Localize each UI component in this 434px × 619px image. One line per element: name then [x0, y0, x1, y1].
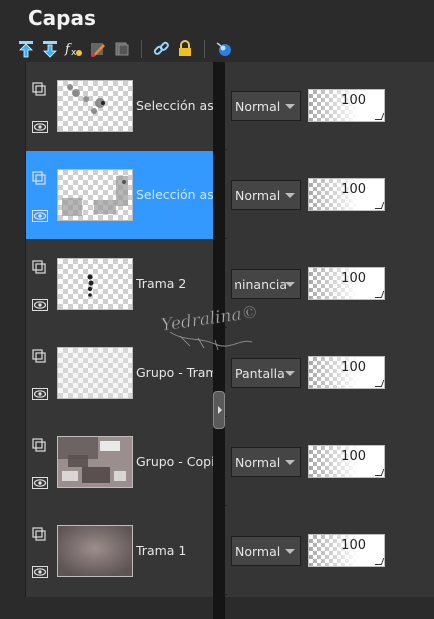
chevron-down-icon [285, 193, 295, 198]
layer-name[interactable]: Trama 2 [136, 276, 214, 291]
toolbar-separator [141, 40, 142, 58]
visibility-eye-icon[interactable] [32, 121, 48, 133]
blend-mode-value: Pantalla [235, 366, 285, 381]
layer-row-main[interactable]: Grupo - Copia [26, 418, 214, 506]
layer-row[interactable]: Selección ascendida Normal 100 [26, 151, 434, 239]
resize-grip-icon [374, 380, 385, 387]
chevron-down-icon [285, 371, 295, 376]
opacity-value: 100 [341, 271, 366, 286]
blend-mode-dropdown[interactable]: Luminancia [231, 269, 301, 299]
panel-title: Capas [28, 6, 96, 30]
visibility-eye-icon[interactable] [32, 299, 48, 311]
layer-mask-icon[interactable] [32, 171, 46, 185]
link-layers-button[interactable] [151, 39, 171, 59]
layer-thumbnail[interactable] [57, 169, 133, 221]
layer-thumbnail[interactable] [57, 80, 133, 132]
resize-grip-icon [374, 113, 385, 120]
paint-brush-icon [91, 43, 105, 57]
layer-row-controls: Normal 100 [227, 151, 434, 239]
duplicate-layer-icon [115, 42, 129, 56]
visibility-eye-icon[interactable] [32, 388, 48, 400]
layer-effects-button[interactable]: f x [64, 39, 84, 59]
chevron-down-icon [285, 549, 295, 554]
layer-thumbnail[interactable] [57, 525, 133, 577]
chevron-down-icon [285, 104, 295, 109]
layer-name[interactable]: Grupo - Trama [136, 365, 214, 380]
blend-mode-dropdown[interactable]: Normal [231, 536, 301, 566]
lock-layer-button[interactable] [175, 39, 195, 59]
blend-mode-dropdown[interactable]: Normal [231, 447, 301, 477]
blend-mode-value: Normal [235, 455, 281, 470]
blend-mode-value: Normal [235, 544, 281, 559]
layer-mask-icon[interactable] [32, 260, 46, 274]
layer-row-main[interactable]: Selección ascendida [26, 62, 214, 150]
web-layer-button[interactable] [214, 39, 234, 59]
opacity-slider[interactable]: 100 [308, 534, 385, 567]
layer-row[interactable]: Trama 1 Normal 100 [26, 507, 434, 595]
link-chain-icon [153, 41, 169, 55]
blend-mode-value: Luminancia [235, 277, 287, 292]
layer-row-main[interactable]: Trama 1 [26, 507, 214, 595]
opacity-slider[interactable]: 100 [308, 445, 385, 478]
move-layer-up-button[interactable] [16, 39, 36, 59]
layer-row-main[interactable]: Selección ascendida [26, 151, 214, 239]
resize-grip-icon [374, 469, 385, 476]
layer-thumbnail[interactable] [57, 258, 133, 310]
layer-name[interactable]: Selección ascendida [136, 98, 214, 113]
opacity-value: 100 [341, 182, 366, 197]
layer-mask-icon[interactable] [32, 527, 46, 541]
chevron-down-icon [285, 282, 295, 287]
opacity-value: 100 [341, 538, 366, 553]
opacity-slider[interactable]: 100 [308, 178, 385, 211]
blend-mode-dropdown[interactable]: Pantalla [231, 358, 301, 388]
layer-mask-icon[interactable] [32, 438, 46, 452]
chevron-down-icon [285, 460, 295, 465]
globe-icon [216, 42, 231, 56]
layer-row-controls: Normal 100 [227, 62, 434, 150]
move-layer-down-icon [43, 41, 57, 58]
layers-toolbar: f x [16, 38, 234, 60]
visibility-eye-icon[interactable] [32, 566, 48, 578]
opacity-slider[interactable]: 100 [308, 89, 385, 122]
layer-row-controls: Normal 100 [227, 418, 434, 506]
layer-row[interactable]: Selección ascendida Normal 100 [26, 62, 434, 150]
watermark-signature: Yedralina© [160, 302, 260, 352]
edit-layer-button[interactable] [88, 39, 108, 59]
svg-text:Yedralina©: Yedralina© [160, 302, 260, 335]
resize-grip-icon [374, 202, 385, 209]
layer-row[interactable]: Grupo - Copia Normal 100 [26, 418, 434, 506]
layer-mask-icon[interactable] [32, 82, 46, 96]
toolbar-separator [204, 40, 205, 58]
visibility-eye-icon[interactable] [32, 477, 48, 489]
resize-grip-icon [374, 558, 385, 565]
chevron-right-icon [218, 406, 222, 414]
layer-thumbnail[interactable] [57, 436, 133, 488]
opacity-value: 100 [341, 360, 366, 375]
duplicate-layer-button[interactable] [112, 39, 132, 59]
opacity-value: 100 [341, 93, 366, 108]
move-layer-up-icon [19, 41, 33, 58]
opacity-slider[interactable]: 100 [308, 356, 385, 389]
lock-icon [179, 40, 191, 56]
blend-mode-dropdown[interactable]: Normal [231, 91, 301, 121]
layer-row-controls: Normal 100 [227, 507, 434, 595]
layer-mask-icon[interactable] [32, 349, 46, 363]
effects-fx-icon: f x [64, 42, 82, 58]
resize-grip-icon [374, 291, 385, 298]
visibility-eye-icon[interactable] [32, 210, 48, 222]
layer-thumbnail[interactable] [57, 347, 133, 399]
blend-mode-value: Normal [235, 99, 281, 114]
blend-mode-dropdown[interactable]: Normal [231, 180, 301, 210]
panel-splitter-handle[interactable] [213, 391, 225, 429]
layer-name[interactable]: Grupo - Copia [136, 454, 214, 469]
layer-name[interactable]: Trama 1 [136, 543, 214, 558]
layer-name[interactable]: Selección ascendida [136, 187, 214, 202]
opacity-value: 100 [341, 449, 366, 464]
blend-mode-value: Normal [235, 188, 281, 203]
move-layer-down-button[interactable] [40, 39, 60, 59]
opacity-slider[interactable]: 100 [308, 267, 385, 300]
